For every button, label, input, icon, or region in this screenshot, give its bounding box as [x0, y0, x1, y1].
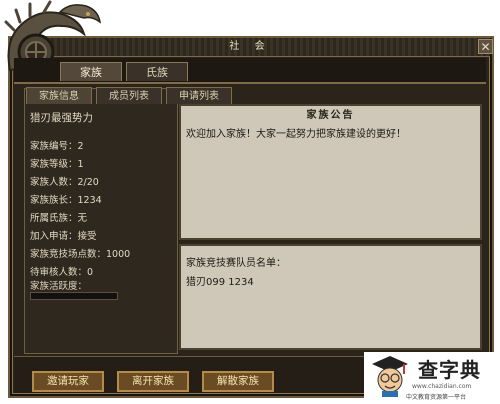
subtab-application-list[interactable]: 申请列表 — [166, 87, 232, 104]
leave-family-button[interactable]: 离开家族 — [117, 371, 189, 392]
subtab-family-info[interactable]: 家族信息 — [26, 87, 92, 104]
watermark-url: www.chazidian.com — [412, 383, 472, 390]
notice-text: 欢迎加入家族！大家一起努力把家族建设的更好！ — [186, 129, 406, 140]
roster-entry: 猎刃099 1234 — [186, 277, 254, 288]
notice-title: 家族公告 — [306, 110, 355, 121]
close-button[interactable]: ✕ — [478, 39, 493, 54]
arena-points: 家族竞技场点数：1000 — [30, 249, 131, 260]
roster-title: 家族竞技赛队员名单： — [186, 258, 286, 269]
disband-family-button[interactable]: 解散家族 — [202, 371, 274, 392]
tab-clan[interactable]: 氏族 — [126, 62, 188, 81]
family-id: 家族编号：2 — [30, 141, 84, 152]
watermark-title: 查字典 — [418, 358, 481, 382]
join-application-setting: 加入申请：接受 — [30, 231, 97, 242]
tab-family[interactable]: 家族 — [60, 62, 122, 81]
watermark-subtitle: 中文教育资源第一平台 — [406, 394, 467, 401]
subtab-member-list[interactable]: 成员列表 — [96, 87, 162, 104]
family-members-count: 家族人数：2/20 — [30, 177, 99, 188]
family-level: 家族等级：1 — [30, 159, 84, 170]
family-clan: 所属氏族：无 — [30, 213, 88, 224]
invite-player-button[interactable]: 邀请玩家 — [32, 371, 104, 392]
pending-review-count: 待审核人数：0 — [30, 267, 94, 278]
graduate-mascot-icon — [372, 356, 408, 397]
family-name: 猎刃最强势力 — [30, 112, 93, 124]
family-leader: 家族族长：1234 — [30, 195, 102, 206]
activity-label: 家族活跃度： — [30, 281, 88, 292]
activity-progress-bar — [30, 292, 118, 300]
